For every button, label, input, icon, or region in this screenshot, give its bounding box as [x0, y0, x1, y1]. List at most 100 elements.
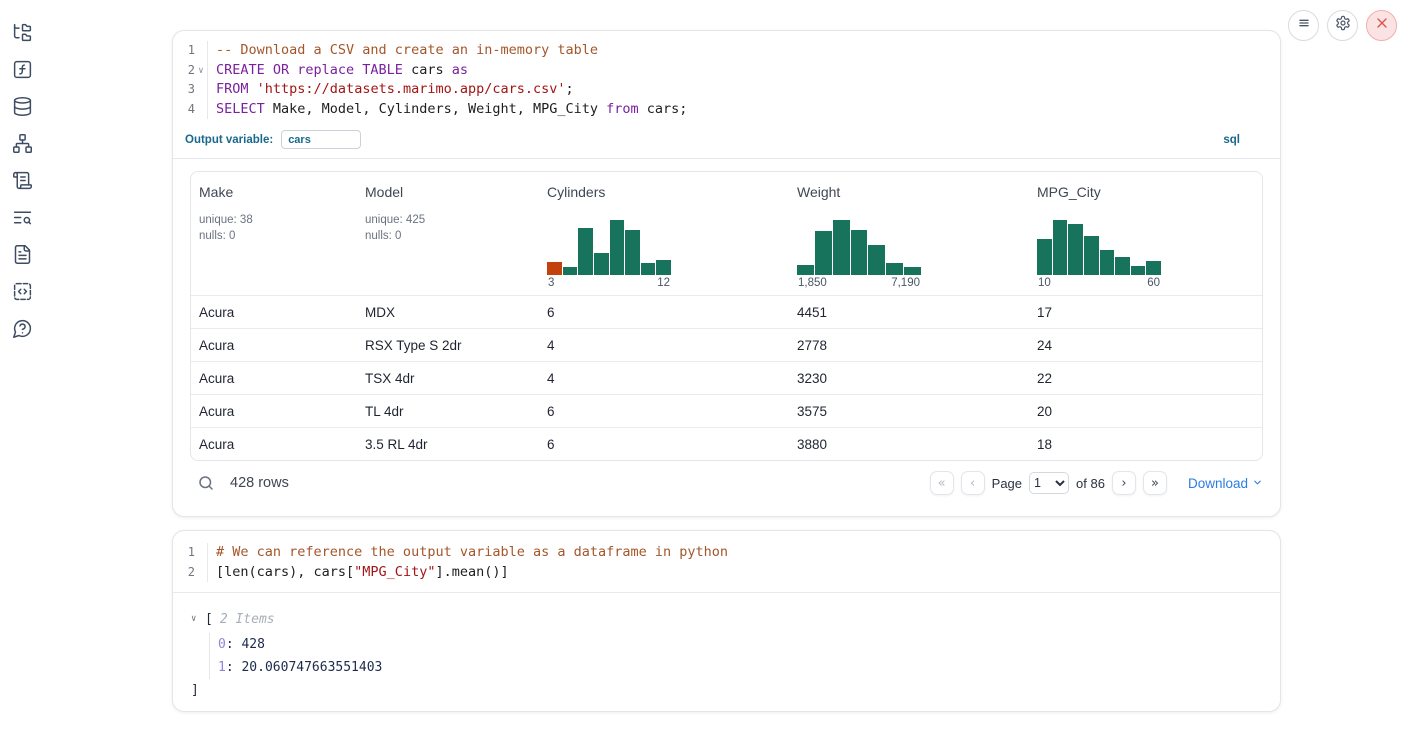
- open-bracket: [: [205, 612, 213, 627]
- close-button[interactable]: [1366, 10, 1397, 41]
- database-icon[interactable]: [12, 96, 33, 117]
- column-name[interactable]: Model: [365, 184, 531, 200]
- scroll-icon[interactable]: [12, 170, 33, 191]
- left-sidebar: [0, 0, 44, 729]
- file-text-icon[interactable]: [12, 244, 33, 265]
- code-text: SELECT Make, Model, Cylinders, Weight, M…: [207, 100, 1280, 120]
- settings-button[interactable]: [1327, 10, 1358, 41]
- cell-mpg-city: 17: [1029, 305, 1262, 320]
- code-line: 3 FROM 'https://datasets.marimo.app/cars…: [173, 80, 1280, 100]
- table-header: Make unique: 38 nulls: 0 Model unique: 4…: [191, 172, 1262, 295]
- histogram-bar: [547, 262, 562, 275]
- histogram-bar: [625, 230, 640, 275]
- code-snippet-icon[interactable]: [12, 281, 33, 302]
- settings-gear-icon: [1335, 15, 1351, 36]
- histogram-bar: [1068, 224, 1083, 275]
- code-line: 1 # We can reference the output variable…: [173, 543, 1280, 563]
- collapse-chevron-icon[interactable]: ∨: [191, 614, 205, 624]
- fold-chevron-icon[interactable]: ∨: [195, 61, 207, 81]
- histogram-bar: [868, 245, 885, 275]
- column-name[interactable]: MPG_City: [1037, 184, 1254, 200]
- next-page-button[interactable]: ›: [1112, 471, 1136, 495]
- page-select[interactable]: 1: [1029, 472, 1069, 494]
- list-item: 1: 20.060747663551403: [218, 656, 1280, 679]
- cell-weight: 2778: [789, 338, 1029, 353]
- code-line: 4 SELECT Make, Model, Cylinders, Weight,…: [173, 100, 1280, 120]
- text-search-icon[interactable]: [12, 207, 33, 228]
- histogram-bar: [610, 220, 625, 275]
- table-row: Acura TSX 4dr 4 3230 22: [191, 361, 1262, 394]
- histogram-bar: [797, 265, 814, 275]
- item-value: 428: [241, 637, 264, 652]
- cell-weight: 3880: [789, 437, 1029, 452]
- histogram-bar: [886, 263, 903, 276]
- function-square-icon[interactable]: [12, 59, 33, 80]
- column-header-cylinders: Cylinders 3 12: [539, 172, 789, 295]
- code-line: 2 ∨ CREATE OR replace TABLE cars as: [173, 61, 1280, 81]
- code-text: [len(cars), cars["MPG_City"].mean()]: [207, 563, 1280, 583]
- fold-chevron-icon: [195, 80, 207, 100]
- table-row: Acura 3.5 RL 4dr 6 3880 18: [191, 427, 1262, 460]
- cell-mpg-city: 24: [1029, 338, 1262, 353]
- histogram-bar: [641, 263, 656, 275]
- file-tree-icon[interactable]: [12, 22, 33, 43]
- table-footer: 428 rows « ‹ Page 1 of 86 › » Download: [173, 461, 1280, 507]
- line-number: 2: [173, 61, 195, 81]
- histogram-axis: 3 12: [547, 277, 671, 289]
- data-table: Make unique: 38 nulls: 0 Model unique: 4…: [190, 171, 1263, 461]
- cell-cylinders: 6: [539, 404, 789, 419]
- column-name[interactable]: Make: [199, 184, 349, 200]
- fold-chevron-icon: [195, 543, 207, 563]
- histogram-cylinders: 3 12: [547, 220, 781, 289]
- code-text: -- Download a CSV and create an in-memor…: [207, 41, 1280, 61]
- first-page-button[interactable]: «: [930, 471, 954, 495]
- python-cell: 1 # We can reference the output variable…: [172, 530, 1281, 712]
- table-row: Acura TL 4dr 6 3575 20: [191, 394, 1262, 427]
- last-page-button[interactable]: »: [1143, 471, 1167, 495]
- cell-mpg-city: 22: [1029, 371, 1262, 386]
- histogram-weight: 1,850 7,190: [797, 220, 1021, 289]
- cell-cylinders: 4: [539, 338, 789, 353]
- code-text: CREATE OR replace TABLE cars as: [207, 61, 1280, 81]
- line-number: 1: [173, 543, 195, 563]
- network-icon[interactable]: [12, 133, 33, 154]
- column-header-weight: Weight 1,850 7,190: [789, 172, 1029, 295]
- histogram-axis: 10 60: [1037, 277, 1161, 289]
- cell-weight: 4451: [789, 305, 1029, 320]
- download-label: Download: [1188, 476, 1248, 491]
- column-name[interactable]: Weight: [797, 184, 1021, 200]
- histogram-bar: [1146, 261, 1161, 275]
- histogram-bar: [851, 230, 868, 275]
- output-variable-input[interactable]: [281, 130, 361, 149]
- histogram-bar: [1115, 257, 1130, 275]
- cell-model: TSX 4dr: [357, 371, 539, 386]
- cell-make: Acura: [191, 404, 357, 419]
- line-number: 4: [173, 100, 195, 120]
- download-button[interactable]: Download: [1188, 475, 1263, 491]
- column-name[interactable]: Cylinders: [547, 184, 781, 200]
- cell-make: Acura: [191, 305, 357, 320]
- histogram-bar: [1053, 220, 1068, 275]
- help-bubble-icon[interactable]: [12, 318, 33, 339]
- search-icon[interactable]: [197, 474, 215, 492]
- cell-weight: 3575: [789, 404, 1029, 419]
- python-code-editor[interactable]: 1 # We can reference the output variable…: [173, 531, 1280, 593]
- cell-output: ∨ [ 2 Items 0: 428 1: 20.060747663551403…: [173, 593, 1280, 701]
- histogram-bar: [904, 267, 921, 276]
- histogram-bar: [656, 260, 671, 275]
- cell-mpg-city: 18: [1029, 437, 1262, 452]
- column-stats: unique: 38 nulls: 0: [199, 212, 349, 244]
- line-number: 1: [173, 41, 195, 61]
- list-item: 0: 428: [218, 633, 1280, 656]
- menu-button[interactable]: [1288, 10, 1319, 41]
- prev-page-button[interactable]: ‹: [961, 471, 985, 495]
- top-right-toolbar: [1288, 10, 1397, 41]
- histogram-bar: [594, 253, 609, 275]
- cell-model: MDX: [357, 305, 539, 320]
- fold-chevron-icon: [195, 100, 207, 120]
- histogram-mpg-city: 10 60: [1037, 220, 1254, 289]
- sql-code-editor[interactable]: 1 -- Download a CSV and create an in-mem…: [173, 31, 1280, 121]
- output-variable-row: Output variable: sql: [173, 121, 1280, 159]
- cell-model: 3.5 RL 4dr: [357, 437, 539, 452]
- row-count: 428 rows: [230, 475, 289, 491]
